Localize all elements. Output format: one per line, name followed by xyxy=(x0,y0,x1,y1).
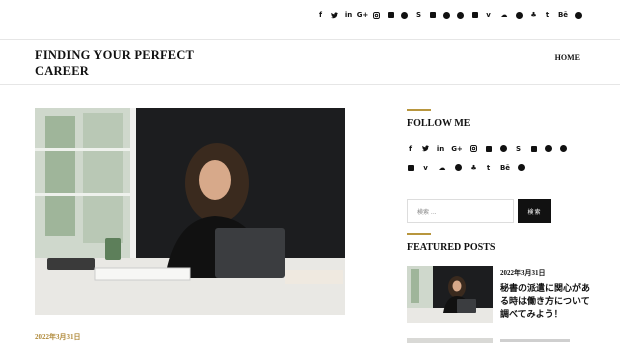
featured-posts-widget: FEATURED POSTS xyxy=(407,233,582,253)
youtube-icon[interactable] xyxy=(471,12,478,19)
follow-social-icons: f in G+ S v ☁ ♣ t Bē xyxy=(407,145,582,172)
flickr-icon[interactable] xyxy=(387,12,394,19)
follow-title: FOLLOW ME xyxy=(407,118,471,129)
slideshare-icon[interactable] xyxy=(429,12,436,19)
widget-accent-rule xyxy=(407,233,431,235)
search-button[interactable]: 検索 xyxy=(518,199,551,223)
github-icon[interactable] xyxy=(401,11,408,19)
nav-home-link[interactable]: HOME xyxy=(555,53,580,62)
snapchat-icon[interactable]: ♣ xyxy=(530,11,537,19)
behance-icon[interactable]: Bē xyxy=(500,164,510,172)
flickr-icon[interactable] xyxy=(485,145,492,152)
google-plus-icon[interactable]: G+ xyxy=(451,145,463,153)
slideshare-icon[interactable] xyxy=(530,145,537,152)
dribbble-icon[interactable] xyxy=(518,164,525,171)
scribd-icon[interactable]: S xyxy=(515,145,522,153)
wordpress-icon[interactable] xyxy=(560,145,567,152)
featured-post-date-2 xyxy=(500,339,570,342)
instagram-icon[interactable] xyxy=(470,145,477,152)
twitter-icon[interactable] xyxy=(331,11,338,19)
linkedin-icon[interactable]: in xyxy=(437,145,444,153)
behance-icon[interactable]: Bē xyxy=(558,11,568,19)
wordpress-icon[interactable] xyxy=(457,11,464,19)
post-hero-image[interactable] xyxy=(35,108,345,315)
tumblr-icon[interactable]: t xyxy=(485,164,492,172)
scribd-icon[interactable]: S xyxy=(415,11,422,19)
featured-post-date[interactable]: 2022年3月31日 xyxy=(500,268,546,278)
pinterest-icon[interactable] xyxy=(545,145,552,152)
search-form: 検索 ... 検索 xyxy=(407,199,551,223)
top-social-bar: f in G+ S v ☁ ♣ t Bē xyxy=(0,0,620,30)
follow-widget: FOLLOW ME f in G+ S v ☁ ♣ t Bē xyxy=(407,109,582,172)
soundcloud-icon[interactable]: ☁ xyxy=(499,11,509,19)
google-plus-icon[interactable]: G+ xyxy=(357,11,369,19)
pinterest-icon[interactable] xyxy=(443,11,450,19)
search-input[interactable]: 検索 ... xyxy=(407,199,514,223)
facebook-icon[interactable]: f xyxy=(407,145,414,153)
twitter-icon[interactable] xyxy=(422,145,429,152)
spotify-icon[interactable] xyxy=(516,11,523,19)
featured-post-thumbnail-2[interactable] xyxy=(407,338,493,343)
widget-accent-rule xyxy=(407,109,431,111)
youtube-icon[interactable] xyxy=(407,164,414,171)
snapchat-icon[interactable]: ♣ xyxy=(470,164,477,172)
featured-post-thumbnail[interactable] xyxy=(407,266,493,323)
instagram-icon[interactable] xyxy=(373,11,380,19)
facebook-icon[interactable]: f xyxy=(317,11,324,19)
post-date[interactable]: 2022年3月31日 xyxy=(35,332,81,342)
linkedin-icon[interactable]: in xyxy=(345,11,352,19)
dribbble-icon[interactable] xyxy=(575,11,582,19)
search-placeholder: 検索 ... xyxy=(417,208,437,216)
site-title[interactable]: FINDING YOUR PERFECT CAREER xyxy=(35,47,205,79)
spotify-icon[interactable] xyxy=(455,164,462,171)
featured-title: FEATURED POSTS xyxy=(407,242,496,253)
soundcloud-icon[interactable]: ☁ xyxy=(437,164,447,172)
featured-post-title[interactable]: 秘書の派遣に関心がある時は働き方について調べてみよう！ xyxy=(500,283,590,322)
tumblr-icon[interactable]: t xyxy=(544,11,551,19)
vimeo-icon[interactable]: v xyxy=(485,11,492,19)
site-header: FINDING YOUR PERFECT CAREER HOME xyxy=(0,39,620,85)
github-icon[interactable] xyxy=(500,145,507,152)
vimeo-icon[interactable]: v xyxy=(422,164,429,172)
